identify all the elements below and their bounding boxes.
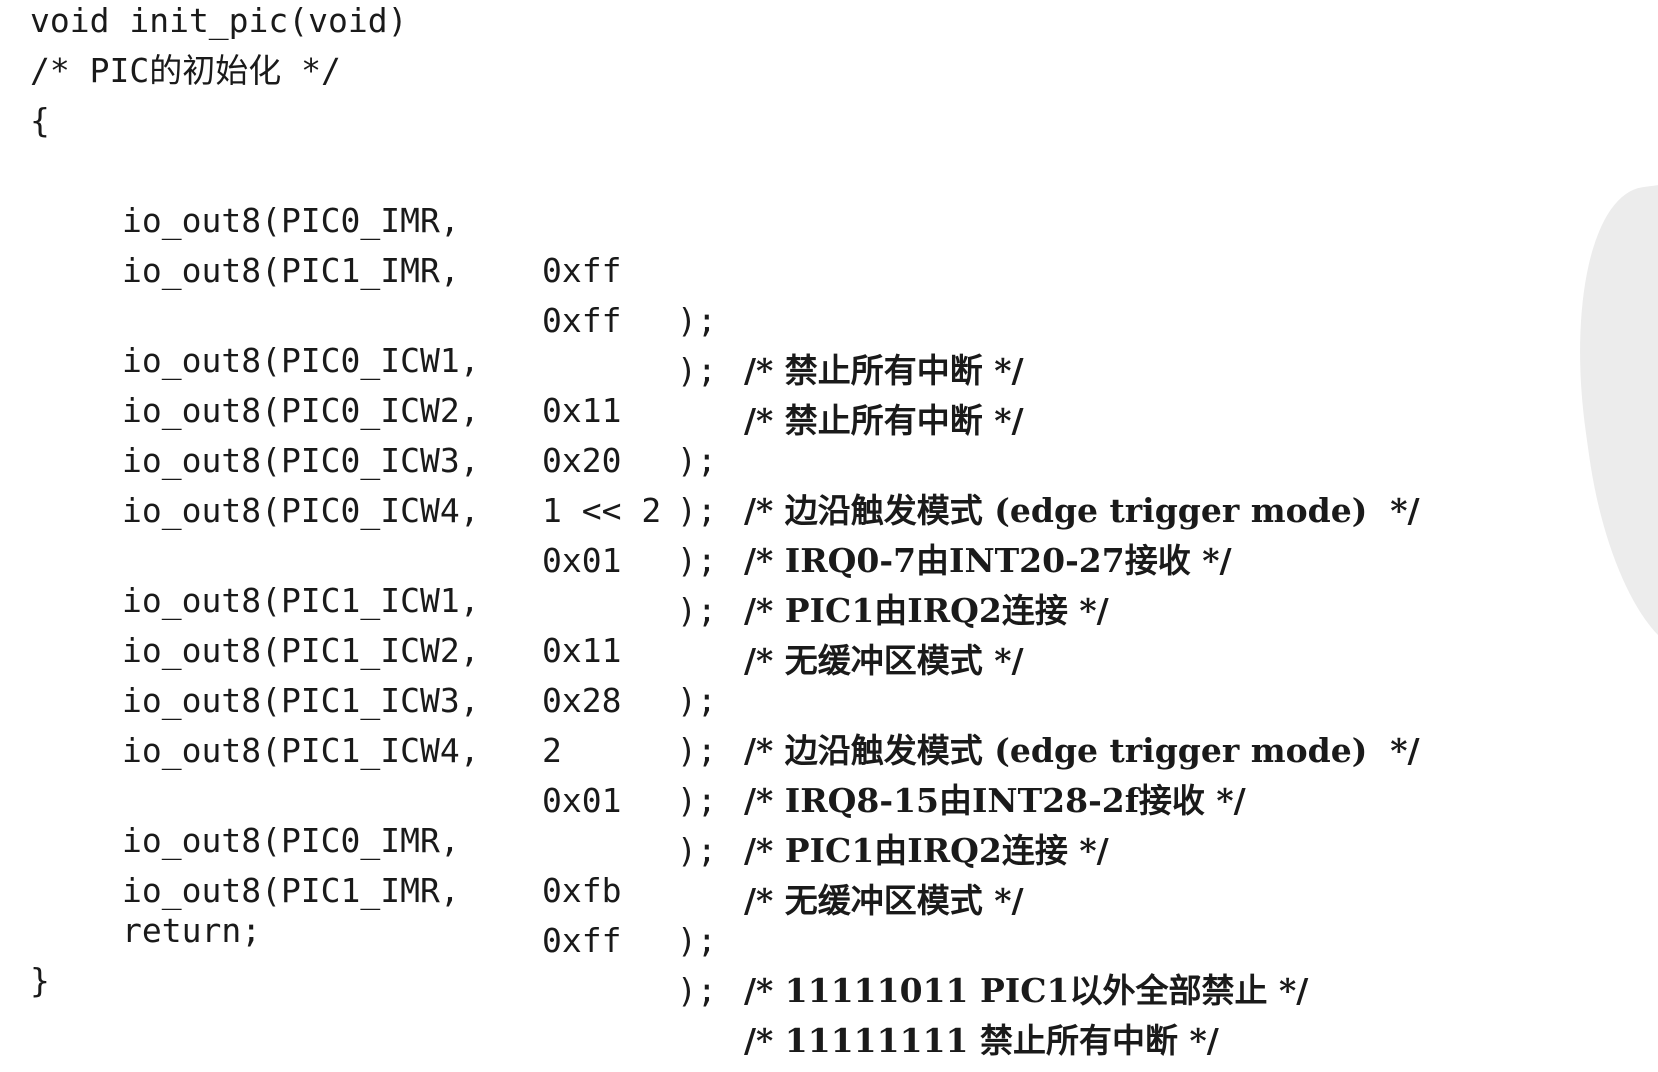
code-line: io_out8(PIC0_ICW3, 1 << 2 ); /* PIC1由IRQ…: [122, 386, 1109, 630]
comment-text: /* IRQ0-7由INT20-27接收 */: [744, 541, 1232, 580]
arg-text: 0x11: [542, 631, 622, 670]
close-text: );: [677, 781, 717, 820]
arg-text: 0x20: [542, 441, 622, 480]
close-text: );: [677, 351, 717, 390]
close-text: );: [677, 731, 717, 770]
arg-text: 2: [542, 731, 562, 770]
code-line: io_out8(PIC1_ICW1, 0x11 ); /* 边沿触发模式 (ed…: [122, 526, 1420, 770]
arg-text: 0xfb: [542, 871, 622, 910]
comment-text: /* 边沿触发模式 (edge trigger mode) */: [744, 491, 1420, 530]
close-text: );: [677, 591, 717, 630]
close-text: );: [677, 301, 717, 340]
code-line: io_out8(PIC0_IMR, 0xfb ); /* 11111011 PI…: [122, 766, 1308, 1010]
function-signature: void init_pic(void): [30, 1, 408, 40]
comment-text: /* 禁止所有中断 */: [744, 401, 1024, 440]
comment-text: /* 边沿触发模式 (edge trigger mode) */: [744, 731, 1420, 770]
close-text: );: [677, 971, 717, 1010]
code-line: io_out8(PIC1_ICW3, 2 ); /* PIC1由IRQ2连接 *…: [122, 626, 1109, 870]
function-comment: /* PIC的初始化 */: [30, 51, 341, 90]
return-statement: return;: [122, 911, 262, 950]
close-text: );: [677, 921, 717, 960]
code-page: void init_pic(void) /* PIC的初始化 */ { io_o…: [0, 0, 1658, 1072]
arg-text: 0x01: [542, 781, 622, 820]
arg-text: 0xff: [542, 301, 622, 340]
comment-text: /* PIC1由IRQ2连接 */: [744, 591, 1109, 630]
comment-text: /* 无缓冲区模式 */: [744, 641, 1024, 680]
arg-text: 0x28: [542, 681, 622, 720]
comment-text: /* 无缓冲区模式 */: [744, 881, 1024, 920]
close-text: );: [677, 681, 717, 720]
code-line: io_out8(PIC1_ICW2, 0x28 ); /* IRQ8-15由IN…: [122, 576, 1246, 820]
close-brace: }: [30, 961, 50, 1000]
comment-text: /* 禁止所有中断 */: [744, 351, 1024, 390]
code-line: io_out8(PIC0_ICW2, 0x20 ); /* IRQ0-7由INT…: [122, 336, 1232, 580]
comment-text: /* 11111111 禁止所有中断 */: [744, 1021, 1219, 1060]
code-line: io_out8(PIC1_IMR, 0xff ); /* 11111111 禁止…: [122, 816, 1219, 1060]
code-line: io_out8(PIC0_ICW1, 0x11 ); /* 边沿触发模式 (ed…: [122, 286, 1420, 530]
comment-text: /* 11111011 PIC1以外全部禁止 */: [744, 971, 1309, 1010]
close-text: );: [677, 441, 717, 480]
page-edge-shadow: [1553, 174, 1658, 666]
arg-text: 0x11: [542, 391, 622, 430]
code-line: io_out8(PIC0_ICW4, 0x01 ); /* 无缓冲区模式 */: [122, 436, 1024, 680]
arg-text: 0x01: [542, 541, 622, 580]
comment-text: /* IRQ8-15由INT28-2f接收 */: [744, 781, 1246, 820]
close-text: );: [677, 541, 717, 580]
close-text: );: [677, 491, 717, 530]
close-text: );: [677, 831, 717, 870]
arg-text: 1 << 2: [542, 491, 662, 530]
comment-text: /* PIC1由IRQ2连接 */: [744, 831, 1109, 870]
code-line: io_out8(PIC1_ICW4, 0x01 ); /* 无缓冲区模式 */: [122, 676, 1024, 920]
code-line: io_out8(PIC1_IMR, 0xff ); /* 禁止所有中断 */: [122, 196, 1024, 440]
arg-text: 0xff: [542, 921, 622, 960]
open-brace: {: [30, 101, 50, 140]
arg-text: 0xff: [542, 251, 622, 290]
code-line: io_out8(PIC0_IMR, 0xff ); /* 禁止所有中断 */: [122, 146, 1024, 390]
